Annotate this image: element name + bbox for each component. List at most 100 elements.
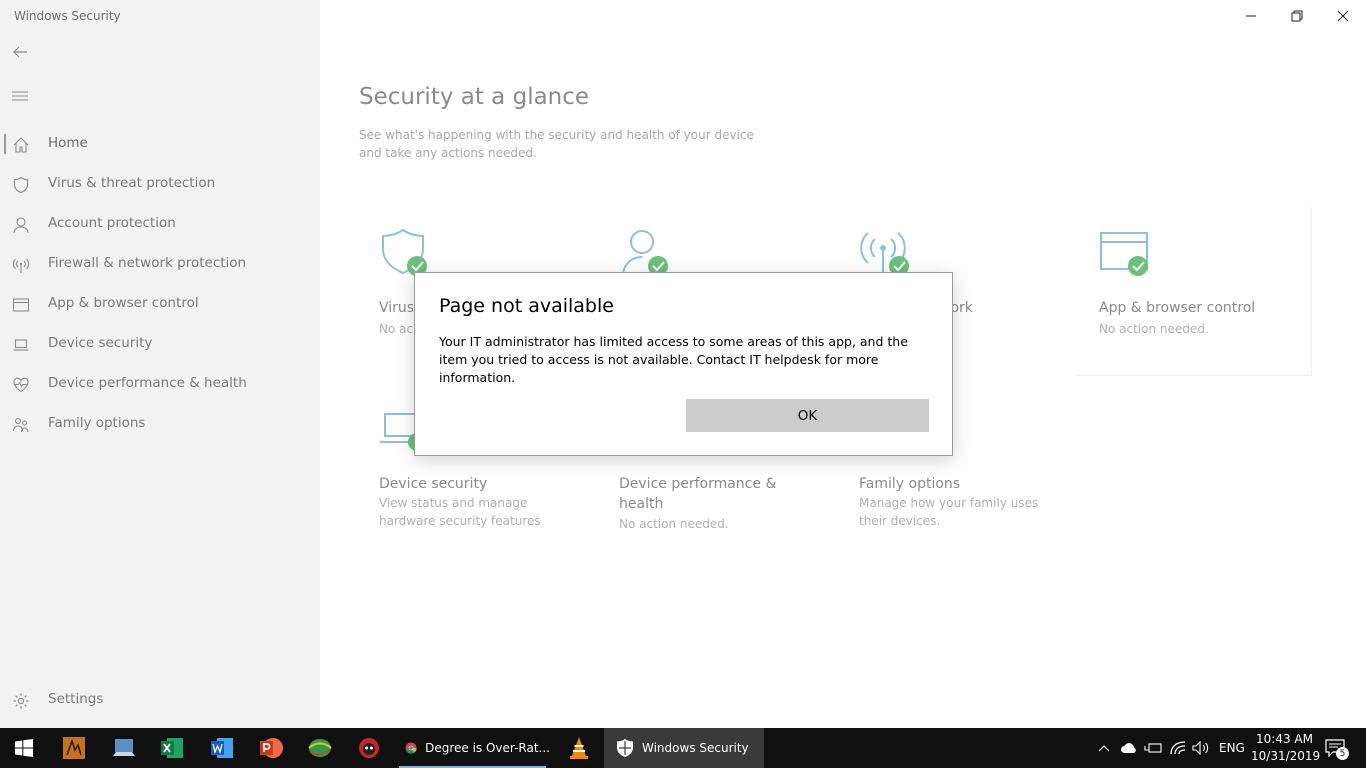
taskbar-app-desktop[interactable] — [100, 728, 148, 768]
windows-security-window-label: Windows Security — [642, 741, 749, 755]
taskbar-app-excel[interactable] — [148, 728, 196, 768]
tile-desc: No action needed. — [619, 517, 729, 531]
sidebar-item-settings[interactable]: Settings — [0, 680, 320, 720]
tile-account-protection[interactable] — [619, 228, 854, 278]
browser-window-icon — [12, 296, 30, 314]
menu-button[interactable] — [8, 84, 32, 108]
action-center-button[interactable]: 5 — [1320, 728, 1350, 768]
onedrive-tray[interactable] — [1118, 728, 1140, 768]
start-button[interactable] — [0, 728, 48, 768]
sidebar-item-label: Device performance & health — [48, 375, 247, 391]
settings-label: Settings — [48, 691, 104, 707]
tile-title: Device security — [379, 476, 488, 492]
taskbar-app-chrome[interactable]: Degree is Over-Rat... — [395, 728, 550, 768]
active-indicator — [4, 134, 6, 154]
speaker-icon — [1192, 741, 1209, 755]
wifi-tray[interactable] — [1166, 728, 1190, 768]
close-icon — [1337, 10, 1349, 22]
taskbar-app-word[interactable] — [198, 728, 246, 768]
show-hidden-icons-button[interactable] — [1094, 728, 1114, 768]
sidebar-item-device-security[interactable]: Device security — [0, 324, 320, 364]
vlc-cone-icon — [570, 737, 588, 759]
sidebar-item-app-browser[interactable]: App & browser control — [0, 284, 320, 324]
dialog-message: Your IT administrator has limited access… — [439, 334, 908, 385]
family-icon — [12, 416, 30, 434]
taskbar-app-windows-security[interactable]: Windows Security — [604, 728, 764, 768]
shield-icon — [12, 176, 30, 194]
tile-desc: No ac — [379, 322, 414, 336]
sidebar-item-label: Firewall & network protection — [48, 255, 247, 271]
sidebar-item-virus-threat[interactable]: Virus & threat protection — [0, 164, 320, 204]
sidebar-item-label: Account protection — [48, 215, 176, 231]
taskbar-app-vlc[interactable] — [555, 728, 603, 768]
notification-count-badge: 5 — [1336, 747, 1349, 760]
battery-tray[interactable] — [1142, 728, 1164, 768]
chevron-up-icon — [1098, 745, 1110, 752]
clock-time[interactable]: 10:43 AM — [1256, 732, 1313, 746]
language-indicator[interactable]: ENG — [1219, 741, 1245, 755]
close-button[interactable] — [1320, 0, 1366, 32]
heart-icon — [12, 376, 30, 394]
sidebar-item-label: Device security — [48, 335, 153, 351]
browser-check-icon — [1099, 228, 1155, 278]
minimize-icon — [1246, 15, 1256, 17]
tile-app-browser[interactable]: App & browser control No action needed. — [1099, 228, 1334, 338]
sidebar-item-label: Home — [48, 135, 88, 151]
taskbar-app-inpage[interactable] — [50, 728, 98, 768]
sidebar-item-family-options[interactable]: Family options — [0, 404, 320, 444]
sidebar: Home Virus & threat protection Account p… — [0, 0, 320, 728]
hamburger-icon — [12, 91, 28, 101]
back-arrow-icon — [13, 46, 27, 58]
sidebar-item-label: Family options — [48, 415, 146, 431]
sidebar-item-account-protection[interactable]: Account protection — [0, 204, 320, 244]
chrome-app-icon — [405, 742, 417, 754]
home-icon — [12, 136, 30, 154]
shield-app-icon — [617, 739, 633, 757]
taskbar-app-powerpoint[interactable] — [247, 728, 295, 768]
page-title: Security at a glance — [359, 84, 590, 110]
ok-button[interactable]: OK — [686, 399, 929, 432]
minimize-button[interactable] — [1228, 0, 1274, 32]
volume-tray[interactable] — [1190, 728, 1212, 768]
laptop-icon — [12, 336, 30, 354]
power-plug-icon — [1144, 743, 1162, 753]
computer-app-icon — [113, 739, 135, 756]
page-subtitle: See what's happening with the security a… — [359, 128, 754, 160]
restore-button[interactable] — [1274, 0, 1320, 32]
title-bar: Windows Security — [0, 0, 1366, 32]
excel-app-icon — [161, 738, 183, 758]
chrome-window-label: Degree is Over-Rat... — [425, 741, 550, 755]
restore-icon — [1291, 10, 1303, 22]
window-title: Windows Security — [14, 9, 121, 23]
windows-logo-icon — [15, 739, 33, 757]
tile-title: Virus — [379, 300, 415, 316]
clock-date[interactable]: 10/31/2019 — [1251, 749, 1320, 763]
taskbar: Degree is Over-Rat... Windows Security E… — [0, 728, 1366, 768]
shield-check-icon — [379, 228, 435, 278]
sidebar-item-device-performance[interactable]: Device performance & health — [0, 364, 320, 404]
antenna-icon — [12, 256, 30, 274]
sidebar-item-label: Virus & threat protection — [48, 175, 216, 191]
taskbar-app-globe[interactable] — [296, 728, 344, 768]
sidebar-item-label: App & browser control — [48, 295, 199, 311]
gear-icon — [12, 692, 30, 710]
back-button[interactable] — [8, 40, 32, 64]
inpage-app-icon — [63, 737, 85, 759]
sidebar-item-home[interactable]: Home — [0, 124, 320, 164]
person-check-icon — [619, 228, 675, 278]
dialog-title: Page not available — [439, 295, 614, 317]
tile-title: Device performance & health — [619, 476, 777, 512]
taskbar-app-spy[interactable] — [345, 728, 393, 768]
spy-app-icon — [359, 738, 379, 758]
wifi-icon — [1170, 741, 1186, 755]
person-icon — [12, 216, 30, 234]
tile-desc: Manage how your family uses their device… — [859, 496, 1039, 528]
tile-desc: No action needed. — [1099, 322, 1209, 336]
word-app-icon — [211, 738, 233, 758]
antenna-check-icon — [859, 228, 915, 278]
tile-title: App & browser control — [1099, 300, 1256, 316]
powerpoint-app-icon — [260, 738, 283, 758]
cloud-icon — [1121, 743, 1136, 753]
sidebar-item-firewall[interactable]: Firewall & network protection — [0, 244, 320, 284]
page-not-available-dialog: Page not available Your IT administrator… — [414, 272, 953, 456]
